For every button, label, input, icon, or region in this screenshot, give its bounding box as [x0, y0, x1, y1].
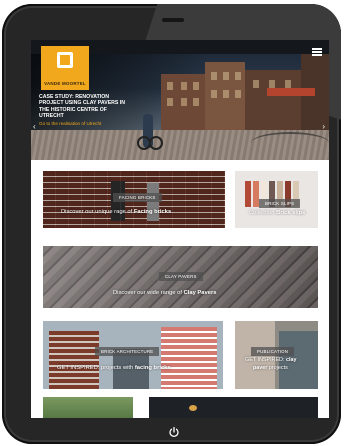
power-icon[interactable]	[164, 422, 184, 442]
tile-caption: Collection Brick slips	[249, 210, 306, 216]
tablet-frame: VANDE MOORTEL ‹ › CASE STUDY: RENOVATION…	[2, 4, 341, 444]
bike-wheel	[149, 136, 163, 150]
case-study-block: CASE STUDY: RENOVATION PROJECT USING CLA…	[39, 94, 131, 126]
tile-badge: BRICK SLIPS	[259, 199, 301, 208]
tile-badge: FACING BRICKS	[113, 193, 162, 202]
hamburger-menu-icon[interactable]	[312, 48, 322, 56]
tile-project-photo[interactable]	[43, 397, 133, 418]
building	[161, 74, 205, 134]
tile-brick-architecture[interactable]: BRICK ARCHITECTURE GET INSPIRED: project…	[43, 321, 223, 389]
logo-text: VANDE MOORTEL	[44, 81, 86, 86]
lamp	[189, 405, 197, 411]
tile-project-photo[interactable]	[149, 397, 318, 418]
case-study-title: CASE STUDY: RENOVATION PROJECT USING CLA…	[39, 94, 125, 120]
tile-caption: paver projects	[253, 365, 288, 371]
tile-facing-bricks[interactable]: FACING BRICKS Discover our unique rage o…	[43, 171, 225, 228]
camera-slot	[162, 18, 184, 22]
tile-caption: Discover our wide range of Clay Pavers	[113, 290, 217, 296]
logo-mark-icon	[57, 52, 73, 68]
screen: VANDE MOORTEL ‹ › CASE STUDY: RENOVATION…	[31, 40, 329, 418]
hero-banner[interactable]: VANDE MOORTEL ‹ › CASE STUDY: RENOVATION…	[31, 40, 329, 160]
case-study-link[interactable]: Go to the realisation of Utrecht	[39, 121, 131, 127]
tile-caption: GET INSPIRED: clay	[245, 357, 297, 363]
tile-badge: PUBLICATION	[251, 347, 295, 356]
apartment-tower	[49, 331, 99, 389]
brand-logo[interactable]: VANDE MOORTEL	[41, 46, 89, 90]
building	[245, 70, 301, 134]
slider-next-icon[interactable]: ›	[322, 122, 325, 131]
tile-badge: CLAY PAVERS	[159, 272, 203, 281]
tile-publication[interactable]: PUBLICATION GET INSPIRED: clay paver pro…	[235, 321, 318, 389]
parked-bikes	[251, 132, 329, 154]
building	[205, 62, 245, 134]
brick-panel	[147, 183, 159, 221]
tile-brick-slips[interactable]: BRICK SLIPS Collection Brick slips	[235, 171, 318, 228]
shop-awning	[267, 88, 315, 96]
apartment-tower	[161, 327, 217, 389]
tile-caption: GET INSPIRED: projects with facing brick…	[57, 365, 171, 371]
tile-clay-pavers[interactable]: CLAY PAVERS Discover our wide range of C…	[43, 246, 318, 308]
tile-badge: BRICK ARCHITECTURE	[95, 347, 160, 356]
tile-caption: Discover our unique rage of Facing brick…	[61, 209, 172, 215]
slider-prev-icon[interactable]: ‹	[33, 122, 36, 131]
